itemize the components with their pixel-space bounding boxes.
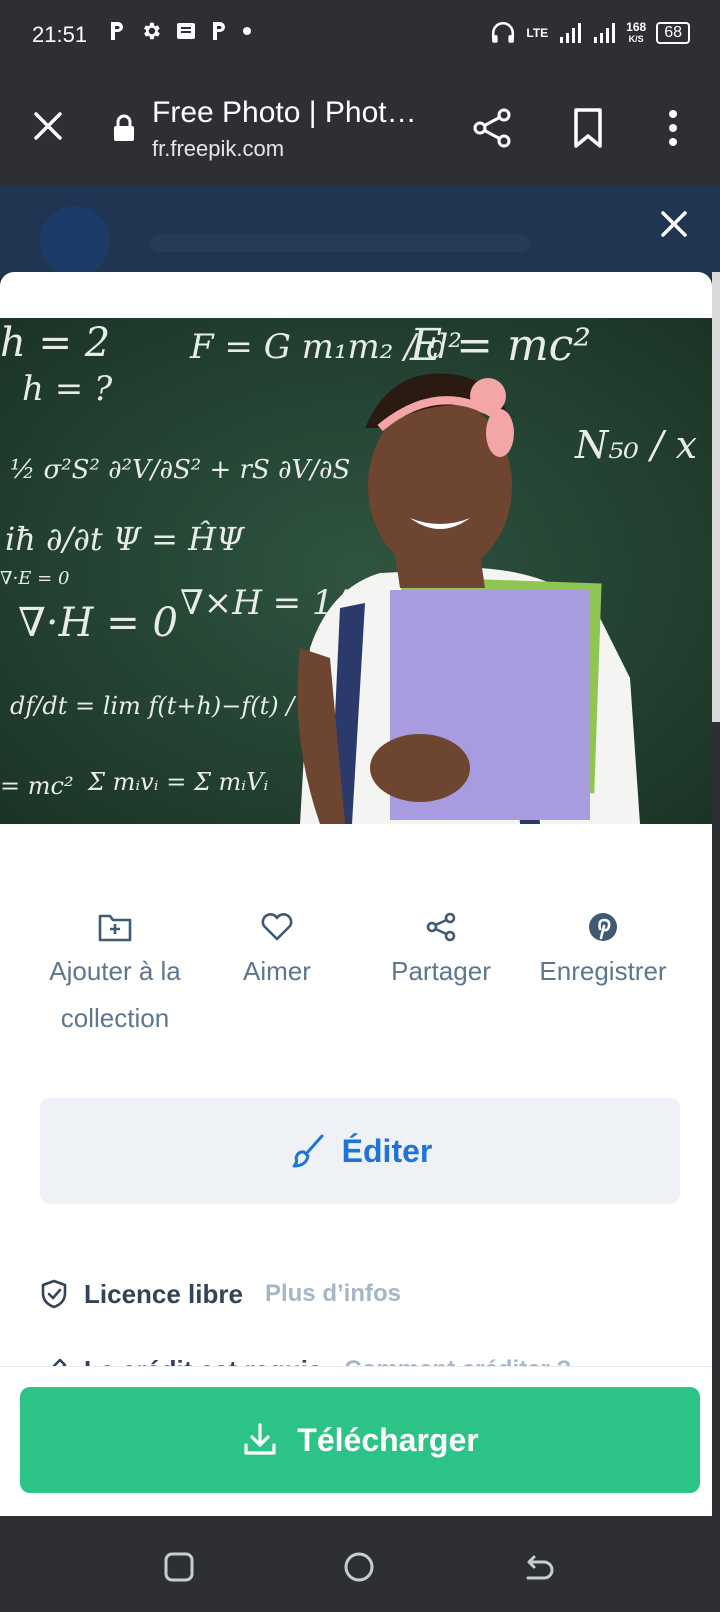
formula-text: h = 2: [0, 320, 110, 366]
system-navigation-bar: [0, 1516, 720, 1612]
dimmed-search-bar: [150, 234, 530, 252]
system-icons: LTE 168 K/S 68: [490, 20, 690, 46]
edit-label: Éditer: [341, 1132, 433, 1169]
parking-app-icon: [111, 22, 123, 40]
formula-text: ∇·H = 0: [18, 600, 178, 646]
formula-text: iħ ∂/∂t Ψ = ĤΨ: [5, 520, 246, 558]
formula-text: ½ σ²S² ∂²V/∂S² + rS ∂V/∂S: [10, 455, 350, 485]
like-label: Aimer: [243, 956, 311, 986]
formula-text: ∇·E = 0: [0, 568, 69, 589]
download-footer: Télécharger: [0, 1366, 712, 1516]
recent-apps-icon[interactable]: [162, 1550, 196, 1584]
signal-icon: [594, 23, 616, 43]
share-icon: [426, 912, 456, 942]
signal-icon: [560, 23, 582, 43]
folder-plus-icon: [98, 914, 132, 942]
license-label: Licence libre: [84, 1278, 243, 1309]
battery-indicator: 68: [656, 22, 690, 44]
photo-detail-sheet: h = 2 F = G m₁m₂ / d² E = mc² h = ? N₅₀ …: [0, 272, 712, 1516]
license-row: Licence libre Plus d’infos: [40, 1274, 401, 1314]
photo-actions: Ajouter à la collection Aimer Partager E…: [0, 912, 712, 1072]
edit-button[interactable]: Éditer: [40, 1098, 680, 1204]
pinterest-save-label: Enregistrer: [539, 956, 667, 986]
browser-toolbar: Free Photo | Phot… fr.freepik.com: [0, 76, 720, 186]
more-options-icon[interactable]: [658, 106, 688, 150]
close-modal-icon[interactable]: [656, 206, 692, 242]
paintbrush-icon: [292, 1134, 324, 1168]
lock-icon: [114, 114, 134, 141]
gear-icon: [144, 22, 160, 40]
share-label: Partager: [391, 956, 491, 986]
dimmed-page-background: [0, 186, 720, 276]
license-info-link[interactable]: Plus d’infos: [265, 1280, 401, 1308]
status-bar: 21:51 LTE 168 K/S 68: [0, 0, 720, 76]
formula-text: N₅₀ / x: [574, 423, 697, 467]
shield-check-icon: [41, 1279, 67, 1309]
home-icon[interactable]: [342, 1550, 376, 1584]
add-to-collection-label: Ajouter à la collection: [49, 956, 181, 1033]
dimmed-logo: [40, 206, 110, 276]
formula-text: E = mc²: [409, 320, 591, 371]
status-time: 21:51: [32, 22, 88, 47]
share-icon[interactable]: [470, 106, 514, 150]
like-button[interactable]: Aimer: [192, 912, 362, 995]
network-type: LTE: [526, 26, 549, 40]
download-label: Télécharger: [297, 1421, 479, 1458]
photo-preview[interactable]: h = 2 F = G m₁m₂ / d² E = mc² h = ? N₅₀ …: [0, 318, 712, 824]
back-icon[interactable]: [522, 1550, 556, 1584]
speed-value: 168: [626, 20, 647, 34]
network-speed: 168 K/S: [626, 21, 646, 45]
heart-icon: [261, 913, 293, 941]
formula-text: h = ?: [22, 369, 113, 409]
pinterest-icon: [589, 913, 617, 941]
speed-unit: K/S: [628, 34, 644, 44]
formula-text: = mc²: [0, 772, 74, 800]
download-icon: [244, 1423, 276, 1455]
formula-text: df/dt = lim f(t+h)−f(t) / h: [10, 692, 317, 720]
pinterest-save-button[interactable]: Enregistrer: [518, 912, 688, 995]
notification-icons: [108, 20, 252, 42]
page-url[interactable]: fr.freepik.com: [152, 136, 284, 162]
page-title[interactable]: Free Photo | Phot…: [152, 96, 417, 130]
add-to-collection-button[interactable]: Ajouter à la collection: [30, 912, 200, 1042]
parking-app-icon: [213, 22, 225, 40]
close-icon[interactable]: [28, 106, 68, 146]
bookmark-icon[interactable]: [570, 106, 606, 150]
dot-icon: [243, 27, 251, 35]
download-button[interactable]: Télécharger: [20, 1387, 700, 1493]
message-icon: [177, 23, 195, 39]
scrollbar[interactable]: [712, 272, 720, 722]
formula-text: Σ mᵢvᵢ = Σ mᵢVᵢ: [87, 768, 268, 796]
share-button[interactable]: Partager: [356, 912, 526, 995]
headphones-icon: [492, 21, 515, 43]
